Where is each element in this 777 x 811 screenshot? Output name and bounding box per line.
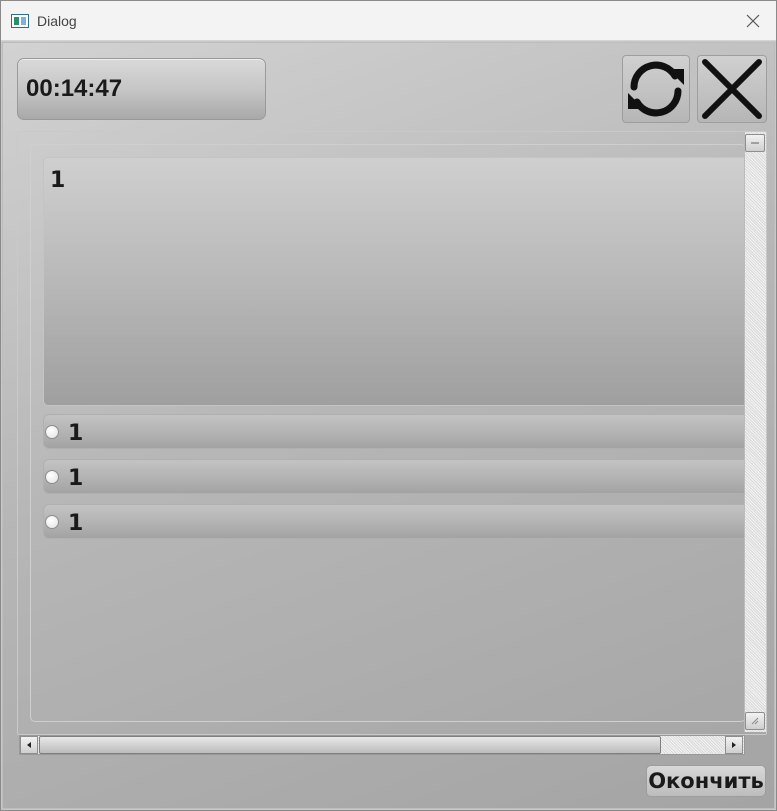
- radio-button[interactable]: [45, 470, 59, 484]
- scroll-down-button[interactable]: [745, 712, 765, 730]
- exit-button[interactable]: [697, 55, 767, 123]
- answer-option[interactable]: 1: [43, 504, 749, 539]
- timer-value: 00:14:47: [26, 75, 123, 102]
- title-bar: Dialog: [1, 1, 776, 41]
- horizontal-scroll-thumb[interactable]: [39, 736, 661, 754]
- timer-display: 00:14:47: [17, 58, 266, 120]
- answer-option[interactable]: 1: [43, 414, 749, 449]
- app-icon: [11, 14, 29, 28]
- vertical-scrollbar[interactable]: [744, 132, 766, 732]
- vertical-scroll-track[interactable]: [744, 132, 766, 732]
- answer-label: 1: [68, 421, 84, 446]
- window-close-button[interactable]: [730, 1, 776, 41]
- scroll-left-button[interactable]: [20, 736, 38, 754]
- window-title: Dialog: [37, 13, 77, 29]
- question-text-box: 1: [43, 157, 749, 406]
- finish-button[interactable]: Окончить: [646, 765, 766, 797]
- scroll-right-button[interactable]: [725, 736, 743, 754]
- answer-option[interactable]: 1: [43, 459, 749, 494]
- dialog-body: 00:14:47 1 1 1 1 Окончить: [2, 42, 775, 809]
- question-text: 1: [50, 168, 66, 193]
- radio-button[interactable]: [45, 425, 59, 439]
- dialog-window: Dialog 00:14:47 1 1 1 1 Окончить: [0, 0, 777, 811]
- minus-icon: [751, 142, 759, 144]
- resize-grip-icon: [751, 717, 759, 725]
- answer-label: 1: [68, 466, 84, 491]
- question-scroll-area[interactable]: 1 1 1 1: [17, 131, 767, 735]
- arrow-right-icon: [732, 742, 736, 748]
- radio-button[interactable]: [45, 515, 59, 529]
- close-icon: [702, 59, 762, 119]
- refresh-button[interactable]: [622, 55, 690, 123]
- refresh-icon: [628, 61, 684, 117]
- arrow-left-icon: [27, 742, 31, 748]
- horizontal-scrollbar[interactable]: [19, 735, 745, 755]
- answer-label: 1: [68, 511, 84, 536]
- close-icon: [746, 14, 760, 28]
- scroll-up-button[interactable]: [745, 134, 765, 152]
